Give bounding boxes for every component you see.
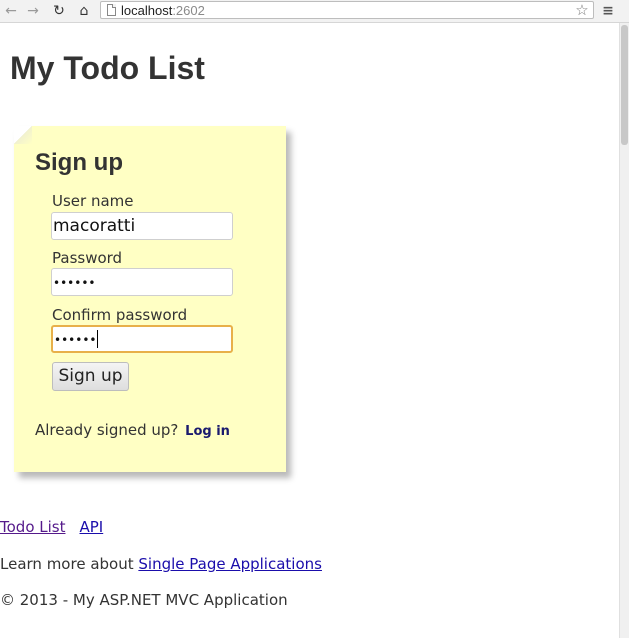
username-value: macoratti	[53, 216, 136, 236]
confirm-password-label: Confirm password	[52, 306, 188, 324]
login-link[interactable]: Log in	[185, 424, 230, 439]
home-icon[interactable]: ⌂	[75, 2, 93, 20]
api-link[interactable]: API	[79, 518, 103, 536]
forward-arrow-icon[interactable]: →	[24, 2, 42, 20]
username-label: User name	[52, 192, 134, 210]
menu-icon[interactable]: ≡	[599, 2, 617, 20]
learn-more-text: Learn more about	[0, 555, 134, 573]
username-input[interactable]: macoratti	[51, 212, 233, 240]
copyright: © 2013 - My ASP.NET MVC Application	[0, 591, 288, 609]
note-corner-fold	[14, 126, 32, 144]
reload-icon[interactable]: ↻	[50, 2, 68, 20]
address-bar[interactable]: localhost:2602	[100, 1, 594, 19]
text-caret	[97, 330, 99, 348]
learn-more: Learn more about Single Page Application…	[0, 555, 322, 573]
browser-toolbar: ← → ↻ ⌂ localhost:2602 ☆ ≡	[0, 0, 629, 23]
vertical-scrollbar[interactable]	[619, 23, 629, 638]
footer-nav: Todo List API	[0, 518, 103, 536]
password-label: Password	[52, 249, 123, 267]
todo-list-link[interactable]: Todo List	[0, 518, 65, 536]
url-text: localhost:2602	[121, 3, 205, 18]
signup-panel: Sign up User name macoratti Password •••…	[14, 126, 286, 472]
already-signed-up: Already signed up? Log in	[35, 421, 230, 439]
page-icon	[107, 4, 116, 16]
back-arrow-icon[interactable]: ←	[2, 2, 20, 20]
password-value: ••••••	[53, 276, 96, 290]
confirm-password-input[interactable]: ••••••	[51, 325, 233, 353]
scrollbar-thumb[interactable]	[621, 25, 628, 145]
star-icon[interactable]: ☆	[573, 0, 591, 20]
page-title: My Todo List	[10, 50, 205, 86]
password-input[interactable]: ••••••	[51, 268, 233, 296]
signup-heading: Sign up	[35, 149, 123, 176]
spa-link[interactable]: Single Page Applications	[138, 555, 322, 573]
already-text: Already signed up?	[35, 421, 179, 439]
confirm-password-value: ••••••	[54, 333, 97, 347]
signup-button[interactable]: Sign up	[52, 362, 129, 391]
